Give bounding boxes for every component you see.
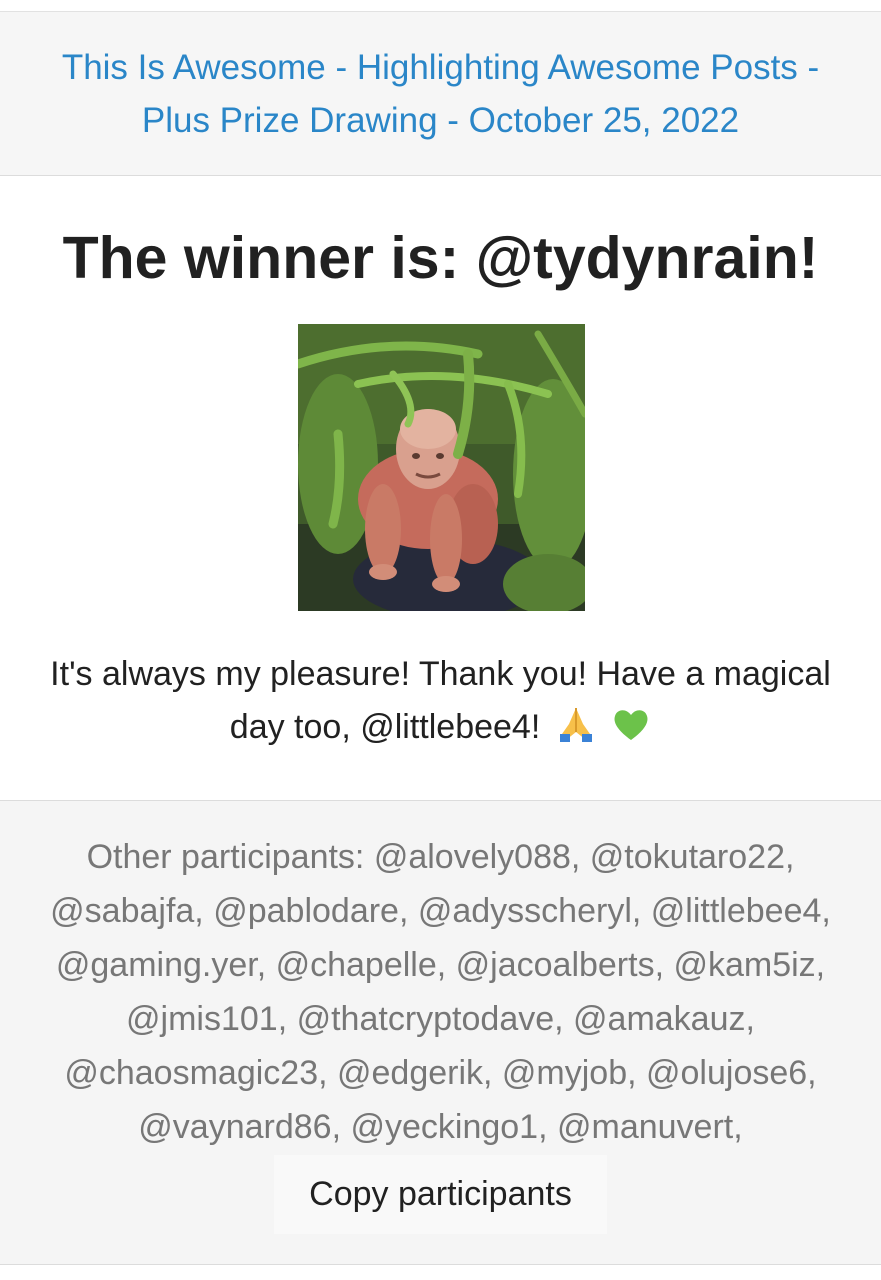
winner-message-text: It's always my pleasure! Thank you! Have… (50, 655, 831, 746)
post-title-line-2: Plus Prize Drawing - October 25, 2022 (141, 100, 740, 140)
participants-list: Other participants: @alovely088, @tokuta… (50, 838, 831, 1146)
post-title-link[interactable]: This Is Awesome - Highlighting Awesome P… (41, 41, 841, 147)
post-header: This Is Awesome - Highlighting Awesome P… (0, 12, 881, 176)
folded-hands-icon (559, 708, 592, 742)
copy-participants-button[interactable]: Copy participants (274, 1155, 607, 1234)
winner-avatar (298, 324, 585, 611)
winner-message: It's always my pleasure! Thank you! Have… (30, 648, 851, 754)
green-heart-icon (614, 710, 648, 740)
post-title-line-1: This Is Awesome - Highlighting Awesome P… (61, 47, 820, 87)
page: This Is Awesome - Highlighting Awesome P… (0, 0, 881, 1280)
winner-heading: The winner is: @tydynrain! (62, 225, 819, 291)
